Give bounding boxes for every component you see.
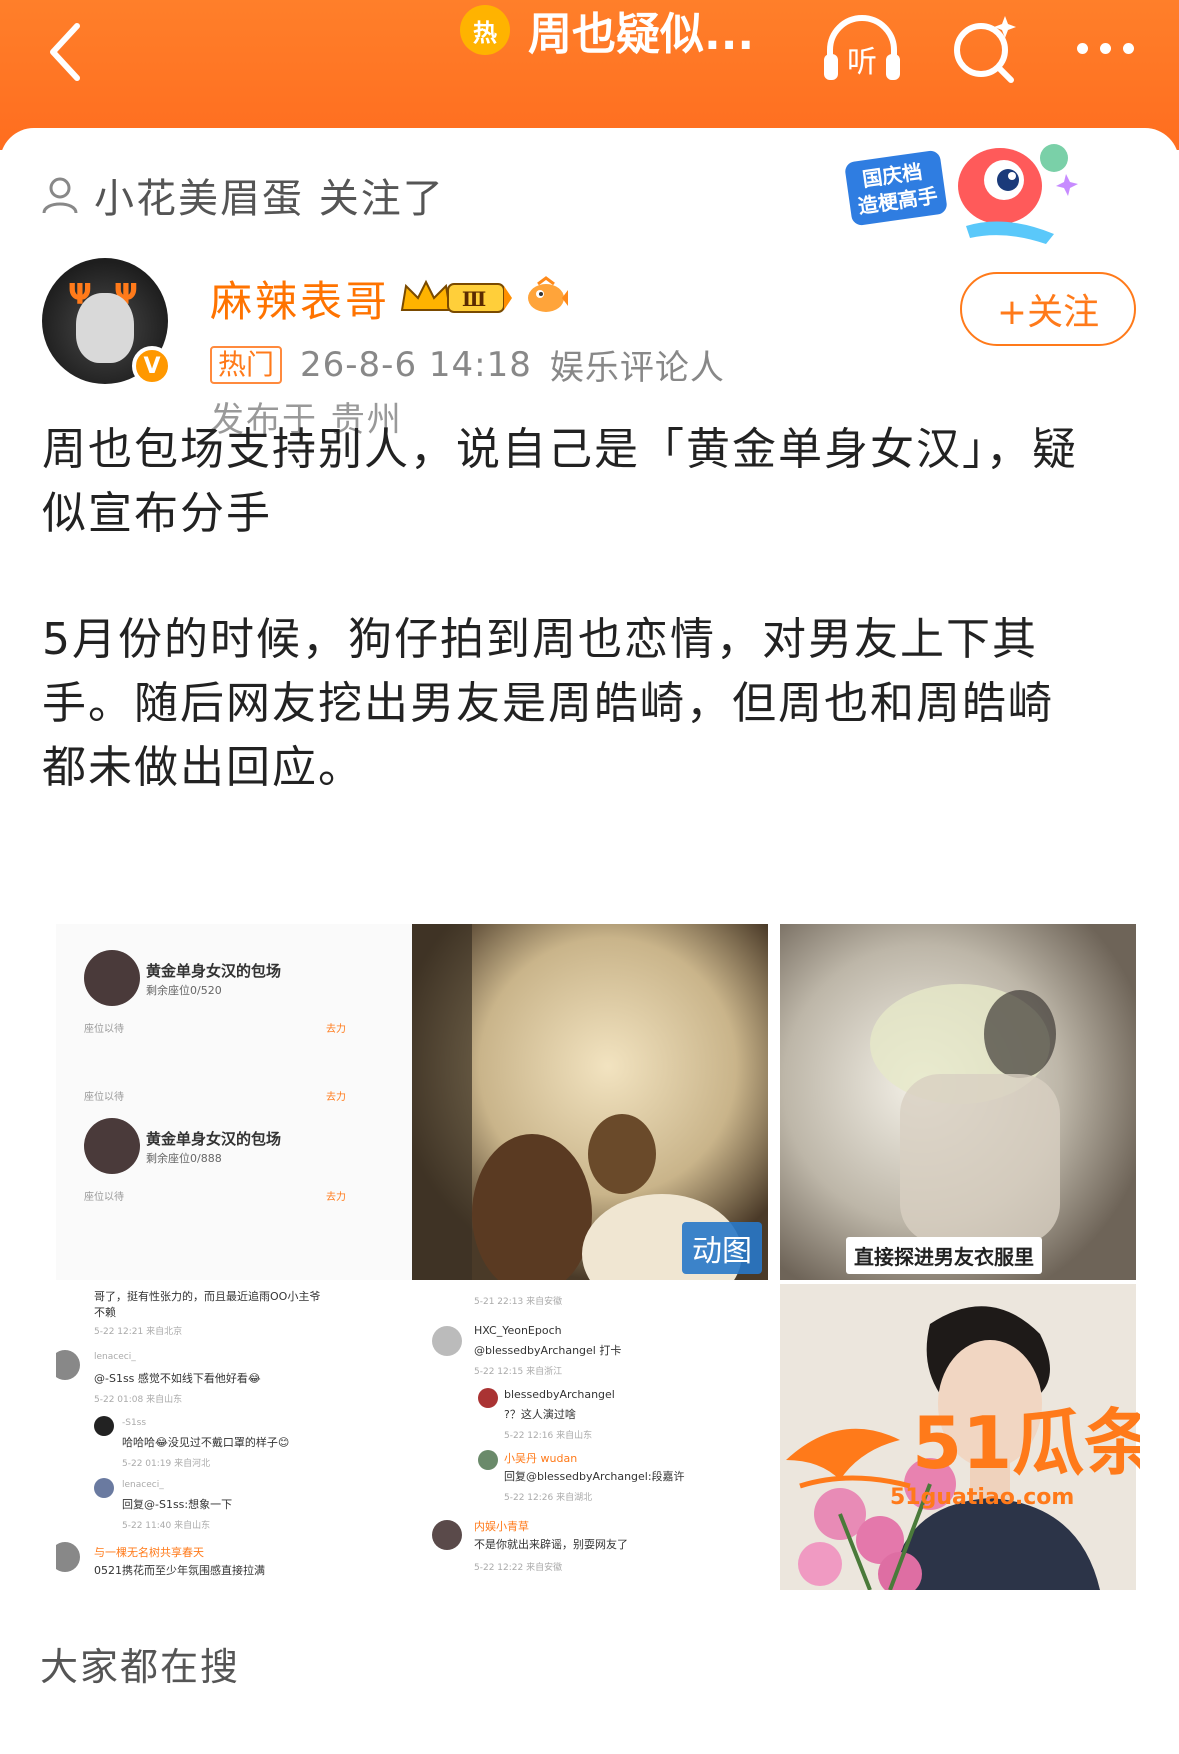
- headphones-icon: 听: [824, 15, 900, 80]
- verified-badge-icon: V: [132, 346, 172, 386]
- topic-title-wrap[interactable]: 热 周也疑似...: [460, 0, 754, 60]
- more-button[interactable]: [1060, 18, 1150, 78]
- watermark-logo: 51瓜条 51guatiao.com: [786, 1401, 1140, 1510]
- c4-c3-user: lenaceci_: [122, 1480, 164, 1490]
- avatar-face: [76, 293, 134, 363]
- c4-c2-meta: 5-22 01:19 来自河北: [122, 1459, 211, 1469]
- c5-c2-meta: 5-22 12:16 来自山东: [504, 1431, 593, 1441]
- c1-item2-sub: 剩余座位0/888: [146, 1152, 222, 1165]
- post-card: 小花美眉蛋 关注了 国庆档 造梗高手 Ψ Ψ V 麻辣表哥 Ⅲ +关注 热门 2…: [0, 128, 1179, 1754]
- commenter-avatar: [478, 1388, 498, 1408]
- level-text: Ⅲ: [462, 287, 486, 311]
- c4-top-text2: 不赖: [94, 1306, 116, 1319]
- c4-top-text: 哥了，挺有性张力的，而且最近追雨OO小主爷: [94, 1290, 321, 1303]
- c1-item2-go: 去力: [326, 1192, 346, 1203]
- c4-c3-meta: 5-22 11:40 来自山东: [122, 1521, 211, 1531]
- c5-c2-text: ?？这人演过啥: [504, 1408, 576, 1421]
- c4-c1-meta: 5-22 01:08 来自山东: [94, 1395, 183, 1405]
- listen-label: 听: [847, 45, 877, 80]
- c5-c4-user: 内娱小青草: [474, 1520, 529, 1533]
- blurred-photo: [780, 924, 1136, 1280]
- c5-top-meta: 5-21 22:13 来自安徽: [474, 1297, 563, 1307]
- post-line: 都未做出回应。: [42, 742, 364, 793]
- c1-item1-foot: 座位以待: [84, 1024, 124, 1035]
- gif-tag: 动图: [682, 1222, 762, 1274]
- follow-notice: 小花美眉蛋 关注了: [40, 166, 445, 224]
- c5-c2-user: blessedbyArchangel: [504, 1388, 615, 1401]
- chevron-left-icon: [50, 23, 80, 81]
- commenter-avatar: [94, 1478, 114, 1498]
- c4-c2-user: -S1ss: [122, 1418, 147, 1428]
- c4-c4-user: 与一棵无名树共享春天: [94, 1546, 204, 1559]
- watermark-brand: 51瓜条: [912, 1401, 1140, 1485]
- c1-item2-title: 黄金单身女汉的包场: [146, 1130, 282, 1148]
- image-comments-2[interactable]: 5-21 22:13 来自安徽 HXC_YeonEpoch @blessedby…: [418, 1284, 774, 1590]
- hot-badge-icon: 热: [460, 5, 510, 55]
- author-avatar[interactable]: Ψ Ψ V: [42, 258, 172, 386]
- c5-c3-user: 小吴丹 wudan: [504, 1452, 578, 1465]
- more-dot-icon: [1122, 42, 1134, 54]
- c1-item1-sub: 剩余座位0/520: [146, 984, 222, 997]
- image-caption: 直接探进男友衣服里: [846, 1237, 1042, 1274]
- promo-sticker[interactable]: 国庆档 造梗高手: [840, 134, 1090, 254]
- watermark-url: 51guatiao.com: [890, 1485, 1074, 1510]
- image-booking-screenshot[interactable]: 黄金单身女汉的包场 剩余座位0/520 座位以待 去力 座位以待 去力 黄金单身…: [56, 924, 412, 1280]
- image-comments-1[interactable]: 哥了，挺有性张力的，而且最近追雨OO小主爷 不赖 5-22 12:21 来自北京…: [56, 1284, 412, 1590]
- follow-button[interactable]: +关注: [960, 272, 1136, 346]
- post-source: 娱乐评论人: [549, 348, 725, 388]
- follow-notice-text: 小花美眉蛋 关注了: [94, 176, 445, 222]
- page-title: 周也疑似...: [528, 9, 755, 60]
- c5-c4-text: 不是你就出来辟谣，别耍网友了: [474, 1538, 628, 1551]
- image-gif-photo[interactable]: 动图: [412, 924, 768, 1280]
- person-icon: [42, 177, 78, 214]
- commenter-avatar: [478, 1450, 498, 1470]
- c1-avatar: [84, 1118, 140, 1174]
- commenter-avatar: [56, 1542, 80, 1572]
- search-sparkle-icon: [954, 16, 1016, 83]
- post-meta: 热门 26-8-6 14:18 娱乐评论人: [210, 340, 725, 389]
- commenter-avatar: [56, 1350, 80, 1380]
- commenter-avatar: [432, 1520, 462, 1550]
- more-dot-icon: [1099, 42, 1111, 54]
- c1-item1-title: 黄金单身女汉的包场: [146, 962, 282, 980]
- c4-c1-user: lenaceci_: [94, 1352, 136, 1362]
- post-time: 26-8-6 14:18: [300, 344, 532, 385]
- c4-c1-text: @-S1ss 感觉不如线下看他好看😂: [94, 1372, 261, 1385]
- image-caption-photo[interactable]: 直接探进男友衣服里: [780, 924, 1136, 1280]
- listen-button[interactable]: 听: [820, 8, 904, 88]
- commenter-avatar: [432, 1326, 462, 1356]
- crown-level-icon[interactable]: Ⅲ: [398, 276, 514, 316]
- promo-mascot-icon: 国庆档 造梗高手: [845, 144, 1078, 244]
- c1-item2-foot: 座位以待: [84, 1192, 124, 1203]
- post-paragraph-2: 5月份的时候，狗仔拍到周也恋情，对男友上下其 手。随后网友挖出男友是周皓崎，但周…: [42, 608, 1142, 800]
- post-line: 似宣布分手: [42, 488, 272, 539]
- commenter-avatar: [94, 1416, 114, 1436]
- c1-mid-foot: 座位以待: [84, 1092, 124, 1103]
- c4-c4-text: 0521携花而至少年氛围感直接拉满: [94, 1564, 265, 1577]
- search-button[interactable]: [945, 8, 1025, 88]
- more-dot-icon: [1076, 42, 1088, 54]
- c1-avatar: [84, 950, 140, 1006]
- c1-mid-go: 去力: [326, 1092, 346, 1103]
- hot-tag: 热门: [210, 345, 283, 384]
- c4-top-meta: 5-22 12:21 来自北京: [94, 1327, 183, 1337]
- post-line: 手。随后网友挖出男友是周皓崎，但周也和周皓崎: [42, 678, 1054, 729]
- fish-badge-icon[interactable]: [524, 274, 568, 316]
- c5-c3-text: 回复@blessedbyArchangel:段嘉许: [504, 1470, 685, 1483]
- c4-c2-text: 哈哈哈😂没见过不戴口罩的样子😊: [122, 1436, 290, 1449]
- post-line: 周也包场支持别人，说自己是「黄金单身女汉」，疑: [42, 424, 1078, 475]
- section-title-trending: 大家都在搜: [40, 1645, 241, 1689]
- post-line: 5月份的时候，狗仔拍到周也恋情，对男友上下其: [42, 614, 1038, 665]
- c5-c3-meta: 5-22 12:26 来自湖北: [504, 1493, 593, 1503]
- post-paragraph-1: 周也包场支持别人，说自己是「黄金单身女汉」，疑 似宣布分手: [42, 418, 1142, 546]
- back-button[interactable]: [30, 12, 100, 92]
- c5-c1-text: @blessedbyArchangel 打卡: [474, 1344, 622, 1357]
- c4-c3-text: 回复@-S1ss:想象一下: [122, 1498, 233, 1511]
- c5-c4-meta: 5-22 12:22 来自安徽: [474, 1563, 563, 1573]
- author-name[interactable]: 麻辣表哥: [210, 268, 390, 329]
- c1-item1-go: 去力: [326, 1024, 346, 1035]
- c5-c1-meta: 5-22 12:15 来自浙江: [474, 1367, 563, 1377]
- c5-c1-user: HXC_YeonEpoch: [474, 1324, 562, 1337]
